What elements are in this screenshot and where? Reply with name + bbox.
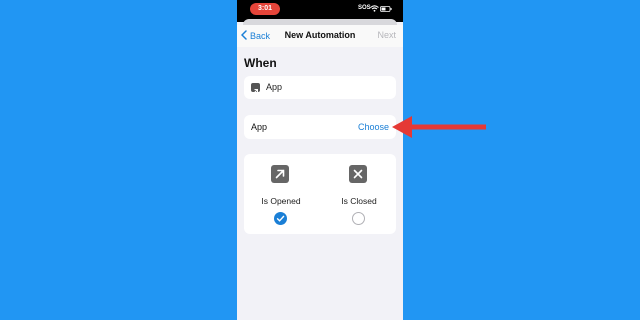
carrier-label: SOS <box>358 5 371 11</box>
status-time: 3:01 <box>250 3 280 15</box>
checkmark-icon <box>276 215 285 222</box>
trigger-options-card: Is Opened Is Closed <box>244 154 396 234</box>
is-closed-checkbox[interactable] <box>352 212 365 225</box>
wifi-icon <box>370 5 379 12</box>
trigger-card[interactable]: App <box>244 76 396 99</box>
option-label-is-closed: Is Closed <box>341 196 377 206</box>
arrow-up-right-icon <box>253 89 258 94</box>
battery-icon <box>380 6 392 12</box>
arrow-up-right-icon <box>271 165 289 183</box>
phone-screen: 3:01 SOS Back New Automation Next When A… <box>237 0 403 320</box>
is-opened-checkbox[interactable] <box>274 212 287 225</box>
app-icon <box>251 83 260 94</box>
app-row: App Choose <box>244 115 396 139</box>
annotation-arrow-icon <box>392 116 486 138</box>
choose-app-button[interactable]: Choose <box>358 122 389 132</box>
section-title-when: When <box>244 56 277 70</box>
x-mark-icon <box>349 165 367 183</box>
option-label-is-opened: Is Opened <box>261 196 301 206</box>
next-button[interactable]: Next <box>377 30 396 40</box>
navigation-bar: Back New Automation Next <box>237 25 403 47</box>
trigger-label: App <box>266 82 283 92</box>
app-row-label: App <box>251 122 268 132</box>
